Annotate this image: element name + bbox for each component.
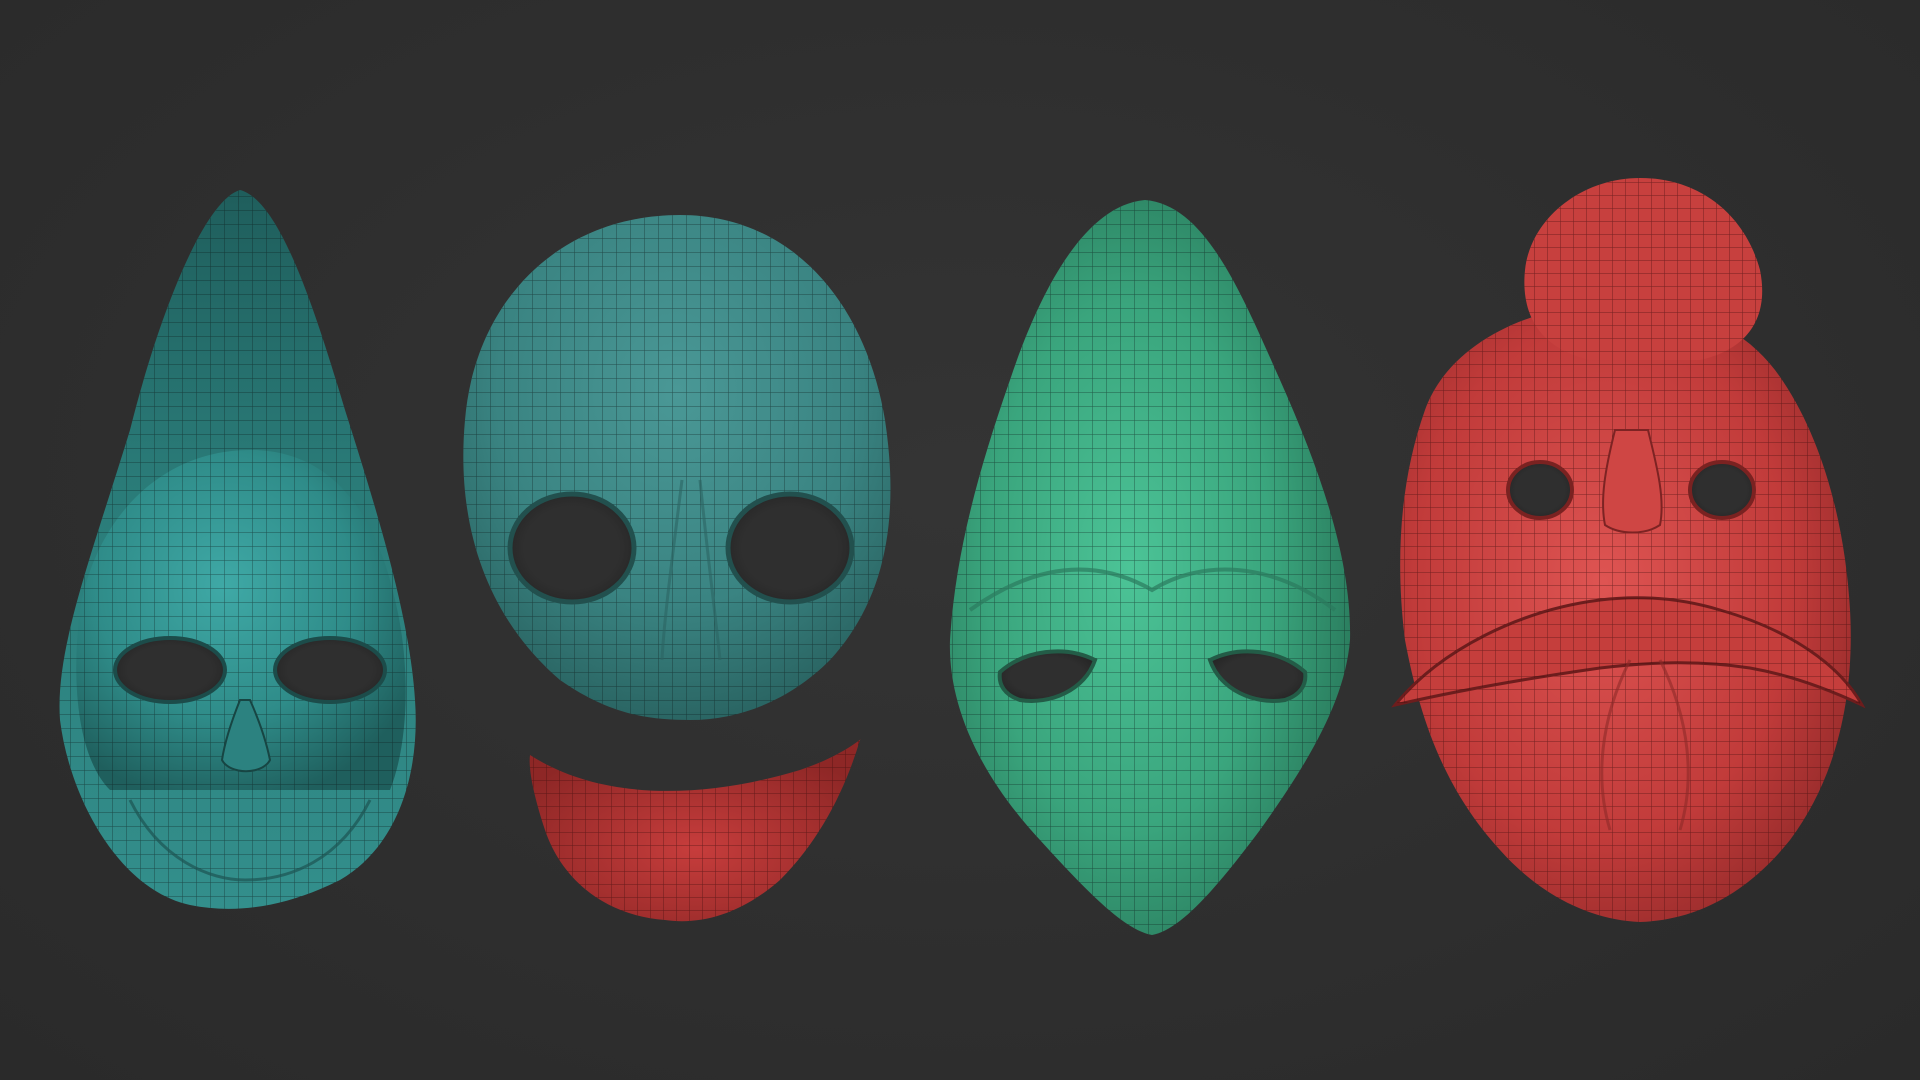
round-teal-mask bbox=[463, 215, 891, 720]
red-mouth-piece bbox=[529, 739, 861, 922]
red-beaked-mask bbox=[1391, 178, 1866, 923]
sculpt-viewport bbox=[0, 0, 1920, 1080]
tall-teal-mask bbox=[59, 190, 416, 909]
scene-canvas bbox=[59, 178, 1866, 935]
green-pointed-mask bbox=[949, 200, 1351, 935]
